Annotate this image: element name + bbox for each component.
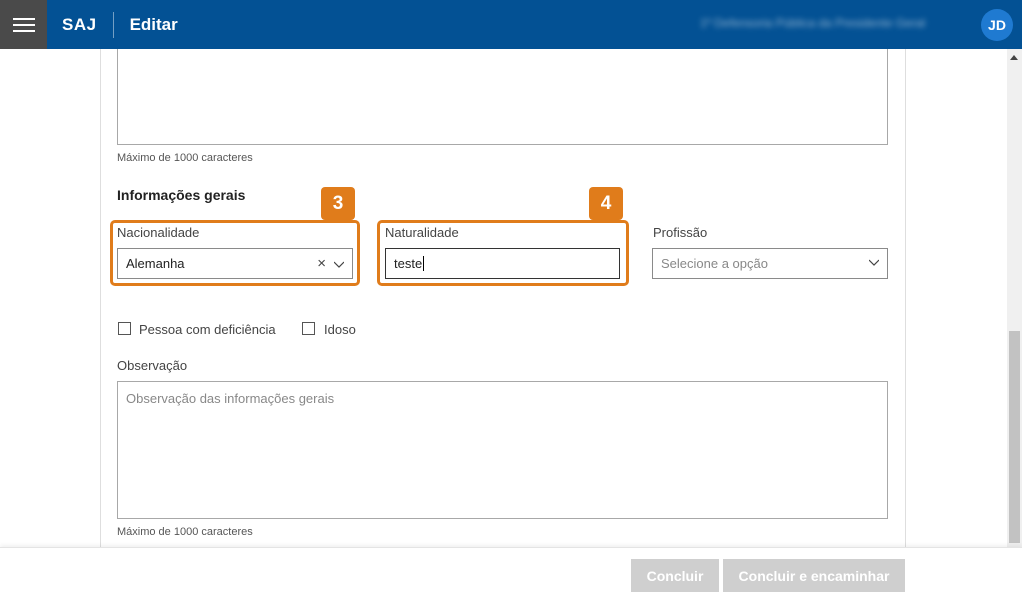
observation-textarea[interactable]: Observação das informações gerais xyxy=(117,381,888,519)
disability-label[interactable]: Pessoa com deficiência xyxy=(139,322,276,337)
app-header: SAJ Editar 1º Defensoria Pública da Pres… xyxy=(0,0,1022,49)
conclude-forward-button[interactable]: Concluir e encaminhar xyxy=(723,559,905,592)
avatar[interactable]: JD xyxy=(981,9,1013,41)
menu-button[interactable] xyxy=(0,0,47,49)
disability-checkbox[interactable] xyxy=(118,322,131,335)
observation-placeholder: Observação das informações gerais xyxy=(126,391,335,406)
highlight-badge-4: 4 xyxy=(589,187,623,220)
highlight-badge-3: 3 xyxy=(321,187,355,220)
action-footer: Concluir Concluir e encaminhar xyxy=(0,547,1022,597)
highlight-nationality xyxy=(110,220,360,286)
profession-label: Profissão xyxy=(653,225,708,240)
scroll-up-arrow-icon[interactable] xyxy=(1010,55,1018,60)
brand-logo[interactable]: SAJ xyxy=(62,15,97,35)
section-title-general-info: Informações gerais xyxy=(117,187,246,203)
scroll-thumb[interactable] xyxy=(1009,331,1020,543)
page-title: Editar xyxy=(129,14,178,34)
previous-textarea[interactable] xyxy=(117,49,888,145)
organization-name[interactable]: 1º Defensoria Pública da Presidente Gera… xyxy=(700,16,925,30)
elderly-label[interactable]: Idoso xyxy=(324,322,356,337)
elderly-checkbox[interactable] xyxy=(302,322,315,335)
vertical-scrollbar[interactable] xyxy=(1007,49,1022,547)
chevron-down-icon xyxy=(869,259,879,266)
conclude-button[interactable]: Concluir xyxy=(631,559,719,592)
char-limit-hint: Máximo de 1000 caracteres xyxy=(117,152,253,164)
highlight-birthplace xyxy=(377,220,629,286)
profession-placeholder: Selecione a opção xyxy=(661,256,768,271)
observation-char-limit-hint: Máximo de 1000 caracteres xyxy=(117,526,253,538)
header-divider xyxy=(112,11,114,38)
profession-select[interactable]: Selecione a opção xyxy=(652,248,888,279)
hamburger-icon xyxy=(12,17,35,32)
observation-label: Observação xyxy=(117,358,188,373)
